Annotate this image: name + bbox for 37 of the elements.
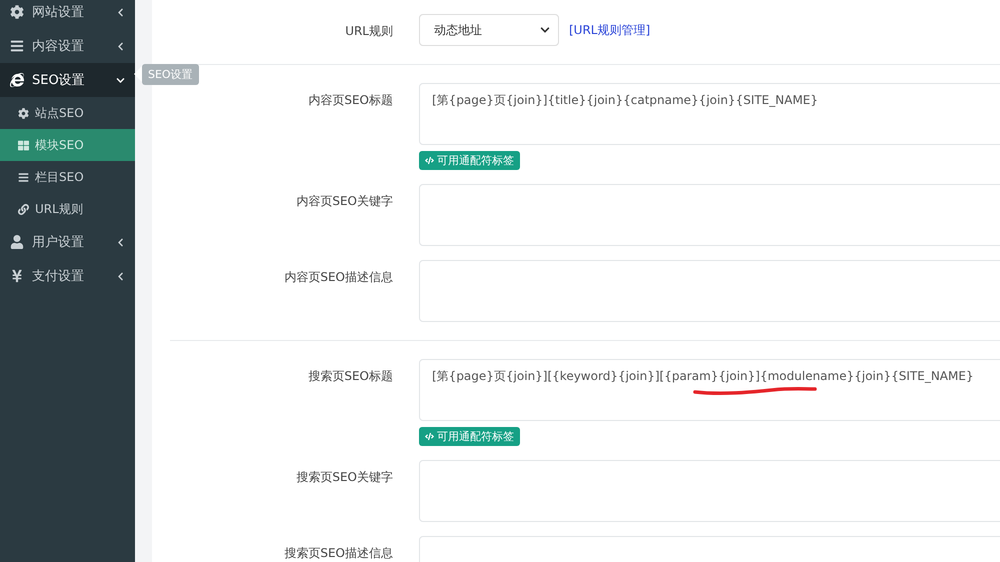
- link-icon: [18, 204, 29, 214]
- sidebar-item[interactable]: SEO设置: [0, 63, 135, 97]
- sidebar-item[interactable]: 网站设置: [0, 0, 135, 29]
- gear-icon: [10, 5, 24, 19]
- tooltip: SEO设置: [142, 64, 199, 85]
- chevron-left-icon: [116, 42, 125, 50]
- menu-icon: [10, 39, 24, 53]
- code-icon: [425, 156, 434, 165]
- field-label: 搜索页SEO描述信息: [283, 545, 393, 562]
- input-field[interactable]: [第{page}页{join}][{keyword}{join}][{param}{join}]{modulename}{join}{SITE_NAME}: [419, 359, 1000, 421]
- chevron-down-icon: [116, 76, 125, 84]
- chevron-left-icon: [116, 8, 125, 16]
- code-icon: [425, 432, 434, 441]
- sidebar-item[interactable]: 用户设置: [0, 225, 135, 259]
- browser-e-icon: [10, 73, 24, 87]
- field-label: URL规则: [344, 23, 393, 40]
- list-icon: [18, 172, 29, 182]
- input-field[interactable]: [419, 260, 1000, 322]
- field-label: 搜索页SEO标题: [307, 368, 393, 385]
- sidebar-item[interactable]: 支付设置: [0, 259, 135, 293]
- field-label: 搜索页SEO关键字: [295, 469, 393, 486]
- field-label: 内容页SEO描述信息: [283, 269, 393, 286]
- caret-icon: [540, 25, 550, 35]
- input-field[interactable]: [第{page}页{join}]{title}{join}{catpname}{join}{SITE_NAME}: [419, 83, 1000, 145]
- chevron-left-icon: [116, 272, 125, 280]
- input-field[interactable]: [419, 460, 1000, 522]
- user-icon: [10, 235, 24, 249]
- field-label: 内容页SEO关键字: [295, 193, 393, 210]
- input-field[interactable]: [419, 184, 1000, 246]
- sidebar-item[interactable]: 内容设置: [0, 29, 135, 63]
- url-rule-select[interactable]: 动态地址: [419, 14, 559, 46]
- yen-icon: [10, 269, 24, 283]
- field-label: 内容页SEO标题: [307, 92, 393, 109]
- url-rule-manage-link[interactable]: [URL规则管理]: [569, 22, 650, 38]
- chevron-left-icon: [116, 238, 125, 246]
- gear-icon: [18, 108, 29, 118]
- grid-icon: [18, 140, 29, 150]
